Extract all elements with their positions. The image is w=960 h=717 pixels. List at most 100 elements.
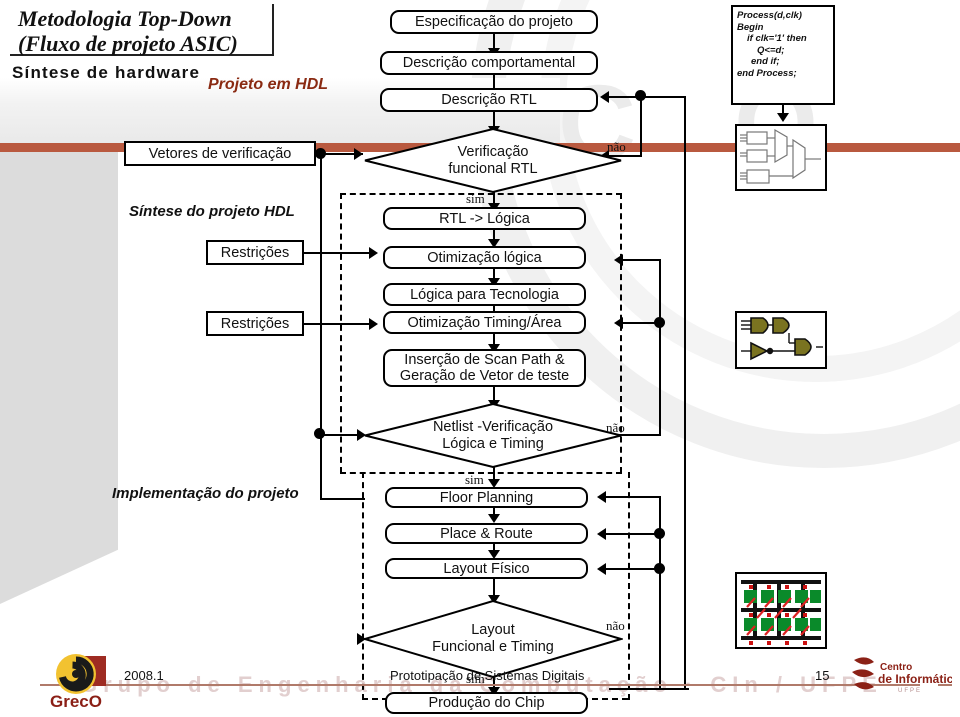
junction-dot-place <box>654 528 665 539</box>
greco-logo: GrecO <box>48 652 118 711</box>
arrow-into-place-route <box>597 528 606 540</box>
flow-decision-netlist[interactable]: Netlist -Verificação Lógica e Timing <box>363 403 623 468</box>
flow-decision-layout-funcional[interactable]: Layout Funcional e Timing <box>363 600 623 678</box>
edge-label-nao-2: não <box>606 420 625 435</box>
arrow-code-to-schematic <box>777 113 789 122</box>
page-title-line1: Metodologia Top-Down <box>18 6 232 31</box>
vhdl-code-line1: Process(d,clk) <box>737 10 802 21</box>
flow-box-vetores-verificacao-label: Vetores de verificação <box>148 145 292 162</box>
flow-box-descricao-comportamental[interactable]: Descrição comportamental <box>380 51 598 75</box>
flow-box-otimizacao-logica[interactable]: Otimização lógica <box>383 246 586 269</box>
rail-left-to-layout <box>320 498 365 500</box>
rail-right-outer <box>684 96 686 688</box>
flow-box-otimizacao-timing[interactable]: Otimização Timing/Área <box>383 311 586 334</box>
rail-netlist-feedback <box>659 260 661 435</box>
flow-decision-verificacao-rtl-line1: Verificação <box>457 143 529 160</box>
flow-box-floor-planning-label: Floor Planning <box>439 489 534 506</box>
rail-netlist-to-otim <box>620 259 661 261</box>
junction-dot-fisico <box>654 563 665 574</box>
flow-box-scan-path[interactable]: Inserção de Scan Path & Geração de Vetor… <box>383 349 586 387</box>
arrow-floor-to-place <box>488 514 500 523</box>
arrow-restricoes1-to-otim <box>369 247 378 259</box>
junction-dot-rtl <box>635 90 646 101</box>
flow-box-logica-tecnologia[interactable]: Lógica para Tecnologia <box>383 283 586 306</box>
cin-logo: Centro de Informática UFPE <box>852 654 960 704</box>
rail-right-outer-top <box>608 96 686 98</box>
footer-divider <box>40 684 920 686</box>
footer-course: Prototipação de Sistemas Digitais <box>390 668 585 683</box>
junction-dot-timing <box>654 317 665 328</box>
flow-box-descricao-rtl[interactable]: Descrição RTL <box>380 88 598 112</box>
rail-left-drop <box>320 433 322 499</box>
flow-decision-verificacao-rtl-line2: funcional RTL <box>448 160 538 177</box>
flow-decision-layout-funcional-line2: Funcional e Timing <box>432 639 554 655</box>
svg-text:GrecO: GrecO <box>50 692 102 710</box>
flow-box-restricoes-1[interactable]: Restrições <box>206 240 304 265</box>
flow-decision-layout-funcional-line1: Layout <box>471 622 515 638</box>
flow-box-rtl-logica-label: RTL -> Lógica <box>439 210 530 227</box>
edge-restricoes1-to-otim <box>304 252 370 254</box>
arrow-into-layout-fisico <box>597 563 606 575</box>
flow-box-otimizacao-logica-label: Otimização lógica <box>427 249 542 266</box>
flow-box-descricao-rtl-label: Descrição RTL <box>441 92 537 108</box>
flow-box-especificacao-label: Especificação do projeto <box>415 14 573 30</box>
dashed-sintese-left <box>340 193 342 473</box>
vhdl-code-line3: if clk='1' then <box>747 33 807 44</box>
chip-layout-thumbnail <box>735 572 827 649</box>
flow-box-vetores-verificacao[interactable]: Vetores de verificação <box>124 141 316 166</box>
footer-page-number: 15 <box>815 668 830 683</box>
flow-box-rtl-logica[interactable]: RTL -> Lógica <box>383 207 586 230</box>
rtl-schematic-thumbnail <box>735 124 827 191</box>
flow-box-floor-planning[interactable]: Floor Planning <box>385 487 588 508</box>
edge-label-nao-3: não <box>606 618 625 633</box>
rail-left-restricoes <box>320 158 322 443</box>
page-title: Metodologia Top-Down (Fluxo de projeto A… <box>10 4 274 56</box>
page-subtitle: Síntese de hardware <box>12 63 201 82</box>
rail-layout-feedback <box>659 496 661 688</box>
arrow-vetores-to-verif <box>354 148 363 160</box>
slide-canvas: GRECO Grupo de Engenharia da Computação … <box>0 0 960 717</box>
flow-box-descricao-comportamental-label: Descrição comportamental <box>402 55 576 71</box>
flow-box-layout-fisico[interactable]: Layout Físico <box>385 558 588 579</box>
footer-date: 2008.1 <box>124 668 164 683</box>
arrow-into-descricao-comportamental <box>600 91 609 103</box>
vhdl-code-line4: Q<=d; <box>757 44 785 56</box>
flow-box-producao-chip-label: Produção do Chip <box>428 695 545 711</box>
phase-label-hdl: Projeto em HDL <box>208 76 329 93</box>
rail-layout-to-fisico <box>604 568 661 570</box>
section-label-sintese: Síntese do projeto HDL <box>129 203 295 220</box>
edge-label-nao-1: não <box>607 139 626 154</box>
flow-box-place-route-label: Place & Route <box>440 525 533 542</box>
rail-verif-rtl <box>640 96 642 156</box>
gate-netlist-thumbnail <box>735 311 827 369</box>
flow-decision-verificacao-rtl[interactable]: Verificação funcional RTL <box>363 128 623 193</box>
svg-text:de Informática: de Informática <box>878 672 952 686</box>
rail-netlist-left2 <box>320 434 362 436</box>
vhdl-code-line2: Begin <box>737 21 764 33</box>
rail-layout-bottom <box>609 688 689 690</box>
flow-decision-netlist-line2: Lógica e Timing <box>442 435 544 452</box>
flow-decision-netlist-line1: Netlist -Verificação <box>432 418 554 435</box>
flow-box-restricoes-2-label: Restrições <box>220 315 290 332</box>
rail-layout-to-floor2 <box>604 496 634 498</box>
edge-label-sim-2: sim <box>465 472 484 487</box>
flow-box-logica-tecnologia-label: Lógica para Tecnologia <box>410 286 559 303</box>
flow-box-layout-fisico-label: Layout Físico <box>443 560 530 577</box>
left-grey-panel <box>0 152 118 604</box>
junction-dot-vetores <box>315 148 326 159</box>
flow-box-restricoes-1-label: Restrições <box>220 244 290 261</box>
flow-box-restricoes-2[interactable]: Restrições <box>206 311 304 336</box>
flow-box-otimizacao-timing-label: Otimização Timing/Área <box>407 314 562 331</box>
arrow-restricoes2-to-timing <box>369 318 378 330</box>
dashed-implementacao-right <box>628 472 630 700</box>
edge-label-sim-1: sim <box>466 191 485 206</box>
flow-box-especificacao[interactable]: Especificação do projeto <box>390 10 598 34</box>
flow-box-producao-chip[interactable]: Produção do Chip <box>385 692 588 714</box>
vhdl-code-line5: end if; <box>751 56 780 67</box>
flow-box-place-route[interactable]: Place & Route <box>385 523 588 544</box>
flow-box-scan-path-line2: Geração de Vetor de teste <box>399 368 570 384</box>
vhdl-code-block: Process(d,clk) Begin if clk='1' then Q<=… <box>731 5 835 105</box>
section-label-implementacao: Implementação do projeto <box>112 485 299 502</box>
arrow-into-otimizacao-logica <box>614 254 623 266</box>
svg-text:UFPE: UFPE <box>898 688 922 694</box>
